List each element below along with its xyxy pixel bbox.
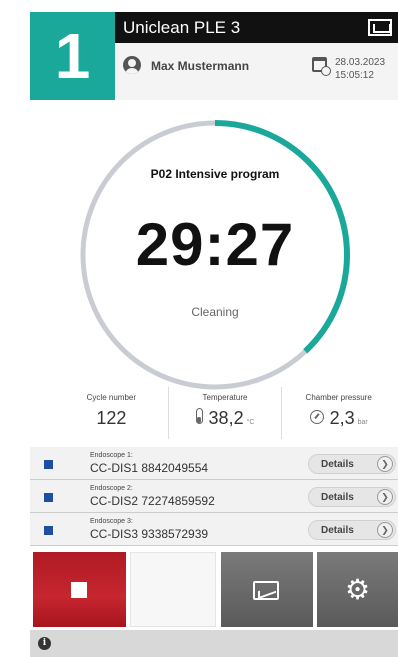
details-button-label: Details <box>321 524 354 536</box>
device-title: Uniclean PLE 3 <box>123 17 241 37</box>
stop-button[interactable] <box>33 552 126 627</box>
endoscope-label: Endoscope 3: <box>90 518 133 525</box>
chevron-right-icon: ❯ <box>377 489 393 505</box>
user-avatar-icon <box>123 56 141 74</box>
endoscope-marker-icon <box>44 460 53 469</box>
chevron-right-icon: ❯ <box>377 456 393 472</box>
endoscope-1-details-button[interactable]: Details ❯ <box>308 454 396 474</box>
endoscope-label: Endoscope 2: <box>90 485 133 492</box>
details-button-label: Details <box>321 491 354 503</box>
stat-pressure-unit: bar <box>357 419 368 426</box>
chart-icon <box>253 581 279 600</box>
brand-logo-icon <box>368 19 392 36</box>
details-button-label: Details <box>321 458 354 470</box>
calendar-clock-icon <box>312 57 331 76</box>
stat-temperature-label: Temperature <box>202 393 248 402</box>
endoscope-row-1: Endoscope 1: CC-DIS1 8842049554 Details … <box>30 447 398 480</box>
endoscope-id: CC-DIS1 8842049554 <box>90 461 209 475</box>
stats-bar: Cycle number 122 Temperature 38,2 °C Cha… <box>55 387 395 439</box>
stat-cycle-label: Cycle number <box>86 393 137 402</box>
station-badge: 1 <box>30 12 115 100</box>
thermometer-icon <box>195 408 203 424</box>
chart-button[interactable] <box>221 552 313 627</box>
endoscope-label: Endoscope 1: <box>90 452 133 459</box>
endoscope-id: CC-DIS3 9338572939 <box>90 527 209 541</box>
endoscope-2-details-button[interactable]: Details ❯ <box>308 487 396 507</box>
progress-ring: P02 Intensive program 29:27 Cleaning <box>75 115 355 395</box>
stat-pressure-value: 2,3 <box>329 408 355 428</box>
time: 15:05:12 <box>335 70 374 81</box>
date: 28.03.2023 <box>335 57 386 68</box>
remaining-time: 29:27 <box>135 211 295 278</box>
program-phase: Cleaning <box>191 305 239 319</box>
stat-temperature-unit: °C <box>246 419 255 426</box>
endoscope-row-3: Endoscope 3: CC-DIS3 9338572939 Details … <box>30 513 398 546</box>
endoscope-3-details-button[interactable]: Details ❯ <box>308 520 396 540</box>
empty-tile <box>130 552 216 627</box>
stat-cycle: Cycle number 122 <box>55 387 169 439</box>
endoscope-list: Endoscope 1: CC-DIS1 8842049554 Details … <box>30 447 398 546</box>
user-area: Max Mustermann 28.03.2023 15:05:12 <box>115 43 398 100</box>
footer-bar: i <box>30 630 398 657</box>
stop-square-icon <box>71 582 87 598</box>
stat-pressure-label: Chamber pressure <box>305 393 372 402</box>
user-name: Max Mustermann <box>151 59 250 73</box>
station-number: 1 <box>54 20 91 92</box>
app-window: 1 Uniclean PLE 3 Max Mustermann 28.03.20… <box>0 0 398 657</box>
stat-pressure: Chamber pressure 2,3 bar <box>282 387 395 439</box>
endoscope-id: CC-DIS2 72274859592 <box>90 494 215 508</box>
settings-button[interactable]: ⚙ <box>317 552 398 627</box>
title-bar: Uniclean PLE 3 <box>115 12 398 43</box>
info-icon[interactable]: i <box>38 637 51 650</box>
endoscope-marker-icon <box>44 493 53 502</box>
gauge-icon <box>309 410 324 424</box>
stat-temperature-value: 38,2 <box>208 408 244 428</box>
chevron-right-icon: ❯ <box>377 522 393 538</box>
stat-temperature: Temperature 38,2 °C <box>169 387 283 439</box>
stat-cycle-value: 122 <box>96 408 127 428</box>
date-time: 28.03.2023 15:05:12 <box>335 56 385 82</box>
gear-icon: ⚙ <box>344 573 371 605</box>
action-tiles: ⚙ <box>30 552 398 627</box>
program-name: P02 Intensive program <box>150 167 280 181</box>
endoscope-row-2: Endoscope 2: CC-DIS2 72274859592 Details… <box>30 480 398 513</box>
endoscope-marker-icon <box>44 526 53 535</box>
header: 1 Uniclean PLE 3 Max Mustermann 28.03.20… <box>30 12 398 100</box>
